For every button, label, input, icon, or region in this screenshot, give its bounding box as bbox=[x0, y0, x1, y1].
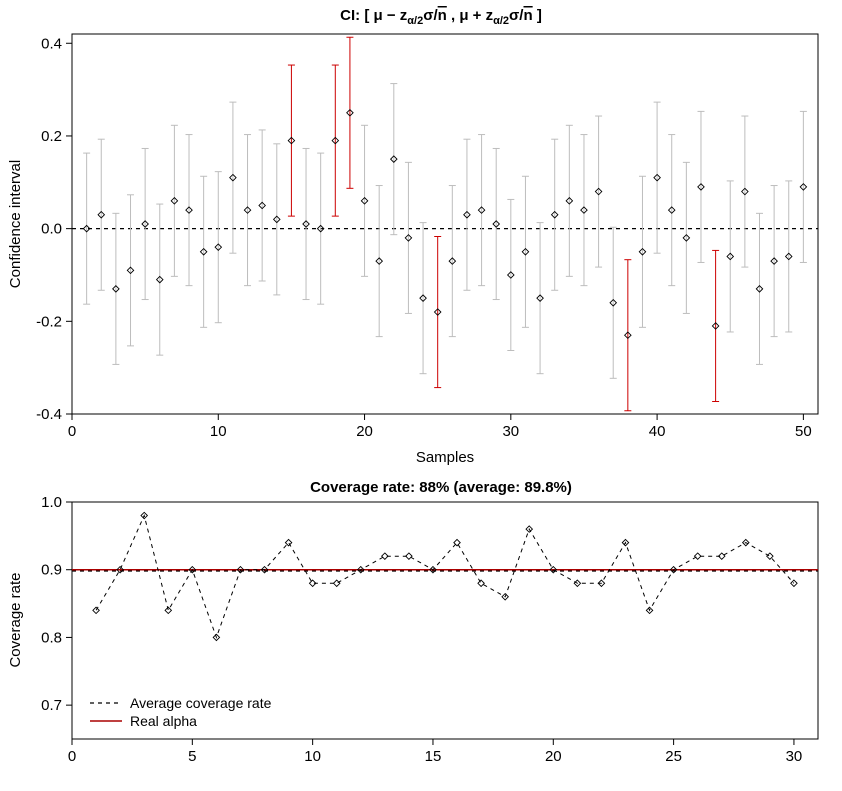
ci-x-ticks: 0 10 20 30 40 50 bbox=[68, 414, 812, 440]
svg-text:1.0: 1.0 bbox=[41, 494, 62, 511]
svg-text:5: 5 bbox=[188, 748, 196, 765]
svg-text:10: 10 bbox=[304, 748, 321, 765]
svg-text:0.0: 0.0 bbox=[41, 221, 62, 238]
coverage-y-ticks: 0.7 0.8 0.9 1.0 bbox=[41, 494, 72, 714]
svg-text:50: 50 bbox=[795, 423, 812, 440]
coverage-point bbox=[165, 607, 171, 613]
svg-text:0.2: 0.2 bbox=[41, 128, 62, 145]
svg-text:0: 0 bbox=[68, 748, 76, 765]
ci-error-bars bbox=[83, 37, 807, 411]
coverage-point bbox=[767, 553, 773, 559]
coverage-point bbox=[285, 539, 291, 545]
svg-text:20: 20 bbox=[545, 748, 562, 765]
ci-plot-title: CI: [ μ − zα/2σ/n , μ + zα/2σ/n ] bbox=[340, 7, 542, 27]
svg-text:0.7: 0.7 bbox=[41, 697, 62, 714]
coverage-series-line bbox=[96, 516, 794, 638]
stat-figure: CI: [ μ − zα/2σ/n , μ + zα/2σ/n ] Confid… bbox=[0, 0, 842, 791]
ci-x-axis-label: Samples bbox=[416, 449, 474, 466]
svg-text:25: 25 bbox=[665, 748, 682, 765]
coverage-plot-title: Coverage rate: 88% (average: 89.8%) bbox=[310, 479, 572, 496]
svg-text:-0.2: -0.2 bbox=[36, 313, 62, 330]
coverage-point bbox=[694, 553, 700, 559]
svg-text:30: 30 bbox=[786, 748, 803, 765]
coverage-x-ticks: 0 5 10 15 20 25 30 bbox=[68, 739, 802, 765]
svg-text:0: 0 bbox=[68, 423, 76, 440]
svg-text:0.9: 0.9 bbox=[41, 562, 62, 579]
ci-plot-frame bbox=[72, 34, 818, 414]
coverage-point bbox=[478, 580, 484, 586]
svg-text:10: 10 bbox=[210, 423, 227, 440]
ci-y-ticks: -0.4 -0.2 0.0 0.2 0.4 bbox=[36, 35, 72, 423]
coverage-series-points bbox=[93, 512, 797, 640]
svg-text:15: 15 bbox=[425, 748, 442, 765]
legend-avg-label: Average coverage rate bbox=[130, 695, 272, 711]
coverage-point bbox=[334, 580, 340, 586]
coverage-plot: Coverage rate: 88% (average: 89.8%) Cove… bbox=[7, 479, 818, 765]
coverage-legend: Average coverage rate Real alpha bbox=[90, 695, 272, 729]
coverage-y-axis-label: Coverage rate bbox=[7, 572, 24, 667]
svg-text:0.4: 0.4 bbox=[41, 35, 62, 52]
legend-real-alpha-label: Real alpha bbox=[130, 713, 197, 729]
svg-text:40: 40 bbox=[649, 423, 666, 440]
svg-text:20: 20 bbox=[356, 423, 373, 440]
ci-y-axis-label: Confidence interval bbox=[7, 160, 24, 288]
svg-text:30: 30 bbox=[502, 423, 519, 440]
ci-plot: CI: [ μ − zα/2σ/n , μ + zα/2σ/n ] Confid… bbox=[7, 7, 818, 466]
svg-text:0.8: 0.8 bbox=[41, 629, 62, 646]
svg-text:-0.4: -0.4 bbox=[36, 406, 62, 423]
coverage-point bbox=[93, 607, 99, 613]
